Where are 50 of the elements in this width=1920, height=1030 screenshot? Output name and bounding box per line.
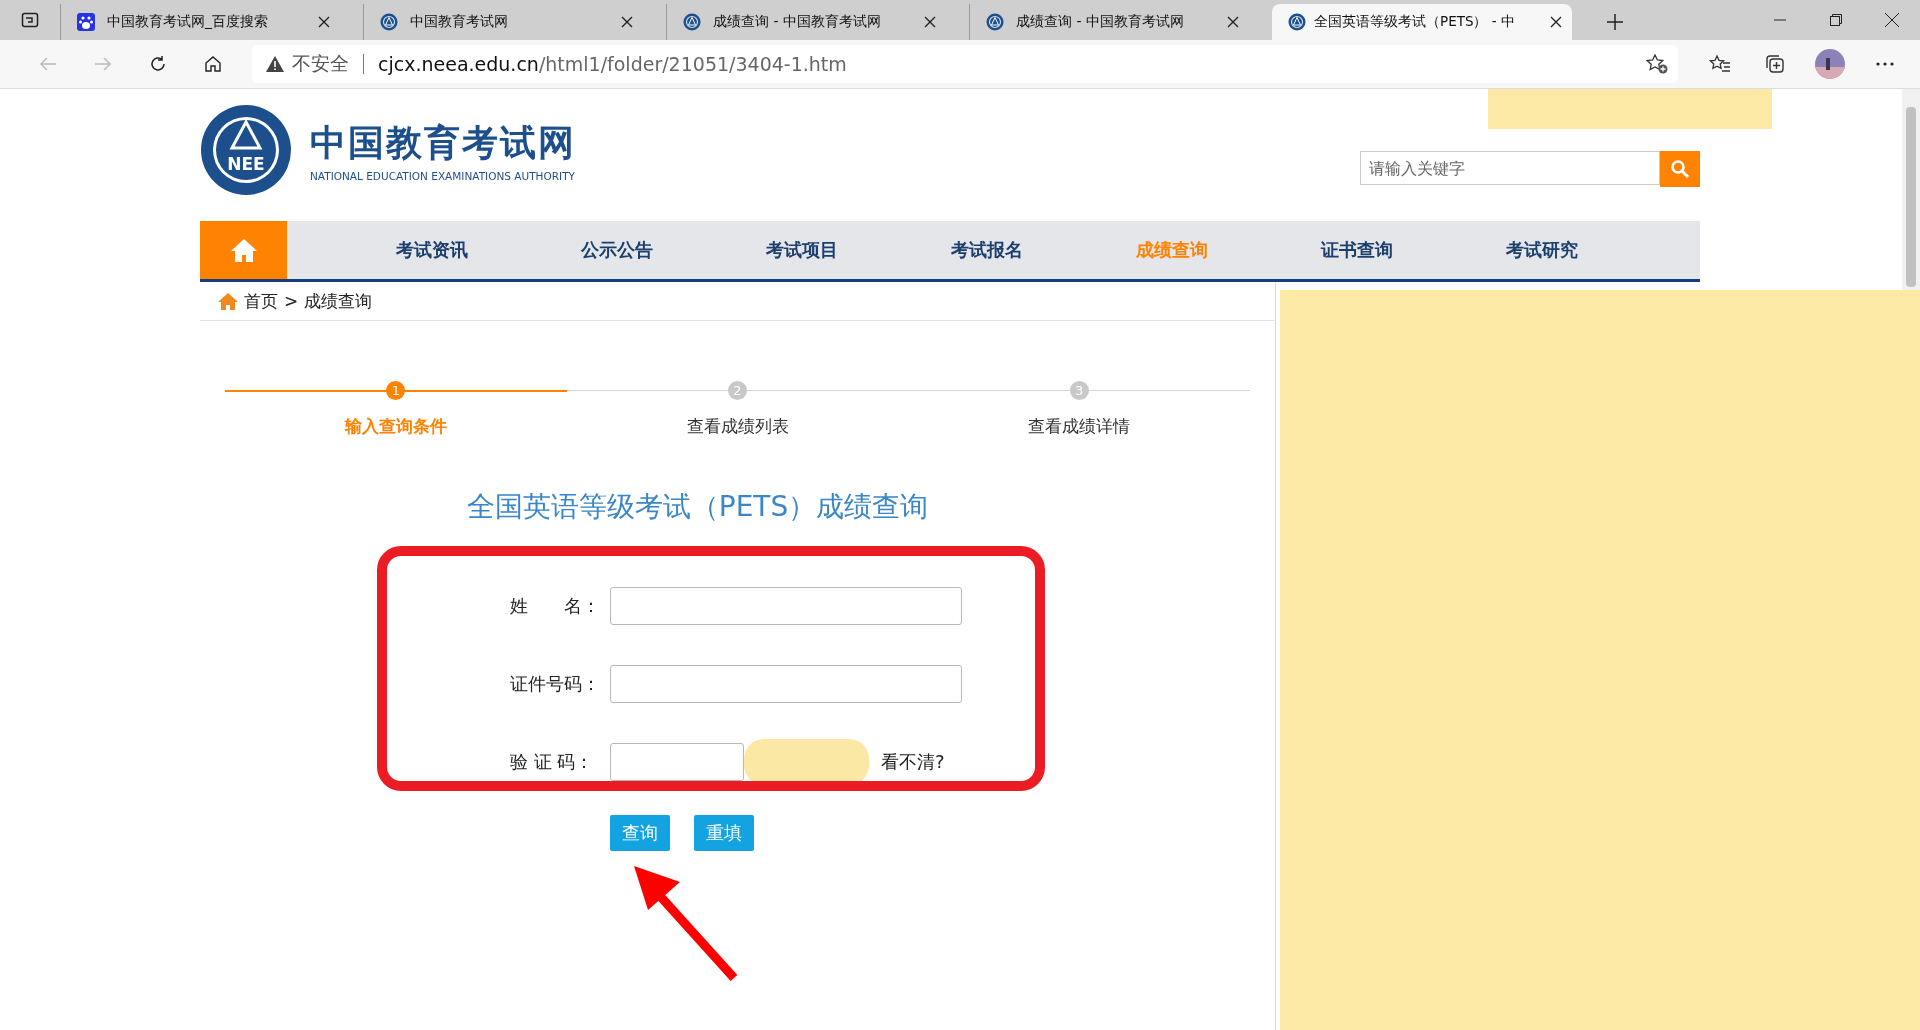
field-label: 证件号码：: [510, 672, 601, 696]
tab-title: 全国英语等级考试（PETS） - 中: [1314, 13, 1516, 31]
breadcrumb-link[interactable]: 首页: [244, 289, 278, 313]
close-icon[interactable]: [318, 16, 330, 28]
close-icon[interactable]: [924, 16, 936, 28]
field-label: 姓 名：: [510, 594, 601, 618]
close-icon[interactable]: [621, 16, 633, 28]
home-icon: [218, 292, 238, 310]
scroll-thumb[interactable]: [1906, 107, 1916, 287]
nav-link[interactable]: 证书查询: [1264, 238, 1449, 262]
field-label: 验 证 码：: [510, 750, 595, 774]
url-text: cjcx.neea.edu.cn/html1/folder/21051/3404-1.htm: [378, 53, 847, 75]
step-label: 查看成绩详情: [1028, 415, 1131, 438]
step-label: 查看成绩列表: [686, 415, 789, 438]
nav-link[interactable]: 考试项目: [709, 238, 894, 262]
breadcrumb-separator: >: [284, 291, 299, 311]
site-title: 中国教育考试网: [310, 120, 576, 165]
browser-tab[interactable]: 全国英语等级考试（PETS） - 中: [1272, 4, 1572, 40]
input-field[interactable]: [610, 587, 962, 625]
nav-link[interactable]: 考试报名: [894, 238, 1079, 262]
home-icon: [229, 237, 258, 263]
paw-icon: [77, 13, 95, 31]
emblem-icon: [986, 13, 1004, 31]
step-label: 输入查询条件: [344, 415, 447, 438]
nav-link[interactable]: 考试研究: [1449, 238, 1634, 262]
nav-link[interactable]: 考试资讯: [339, 238, 524, 262]
tab-title: 成绩查询 - 中国教育考试网: [1016, 13, 1185, 31]
search-field[interactable]: 请输入关键字: [1360, 151, 1660, 185]
captcha-field[interactable]: [610, 743, 744, 781]
site-subtitle: NATIONAL EDUCATION EXAMINATIONS AUTHORITY: [310, 169, 576, 182]
tab-title: 成绩查询 - 中国教育考试网: [713, 13, 882, 31]
search-icon: [1670, 159, 1690, 179]
emblem-icon: [380, 13, 398, 31]
warning-icon: [266, 56, 284, 72]
close-icon[interactable]: [1550, 16, 1562, 28]
breadcrumb-current: 成绩查询: [304, 289, 373, 313]
tab-title: 中国教育考试网_百度搜索: [107, 13, 269, 31]
tab-title: 中国教育考试网: [410, 13, 509, 31]
emblem-icon: [1288, 13, 1306, 31]
add-favorite-icon[interactable]: [1646, 54, 1668, 74]
address-field[interactable]: 不安全 cjcx.neea.edu.cn/html1/folder/21051/3404-1.htm: [252, 45, 1678, 83]
step-number: 1: [386, 381, 406, 400]
emblem-logo: NEE: [200, 104, 292, 196]
nav-link[interactable]: 公示公告: [524, 238, 709, 262]
refresh-captcha-link[interactable]: 看不清?: [881, 750, 945, 774]
form-title: 全国英语等级考试（PETS）成绩查询: [465, 489, 930, 525]
input-field[interactable]: [610, 665, 962, 703]
security-label: 不安全: [292, 51, 349, 76]
close-icon[interactable]: [1227, 16, 1239, 28]
emblem-icon: [683, 13, 701, 31]
